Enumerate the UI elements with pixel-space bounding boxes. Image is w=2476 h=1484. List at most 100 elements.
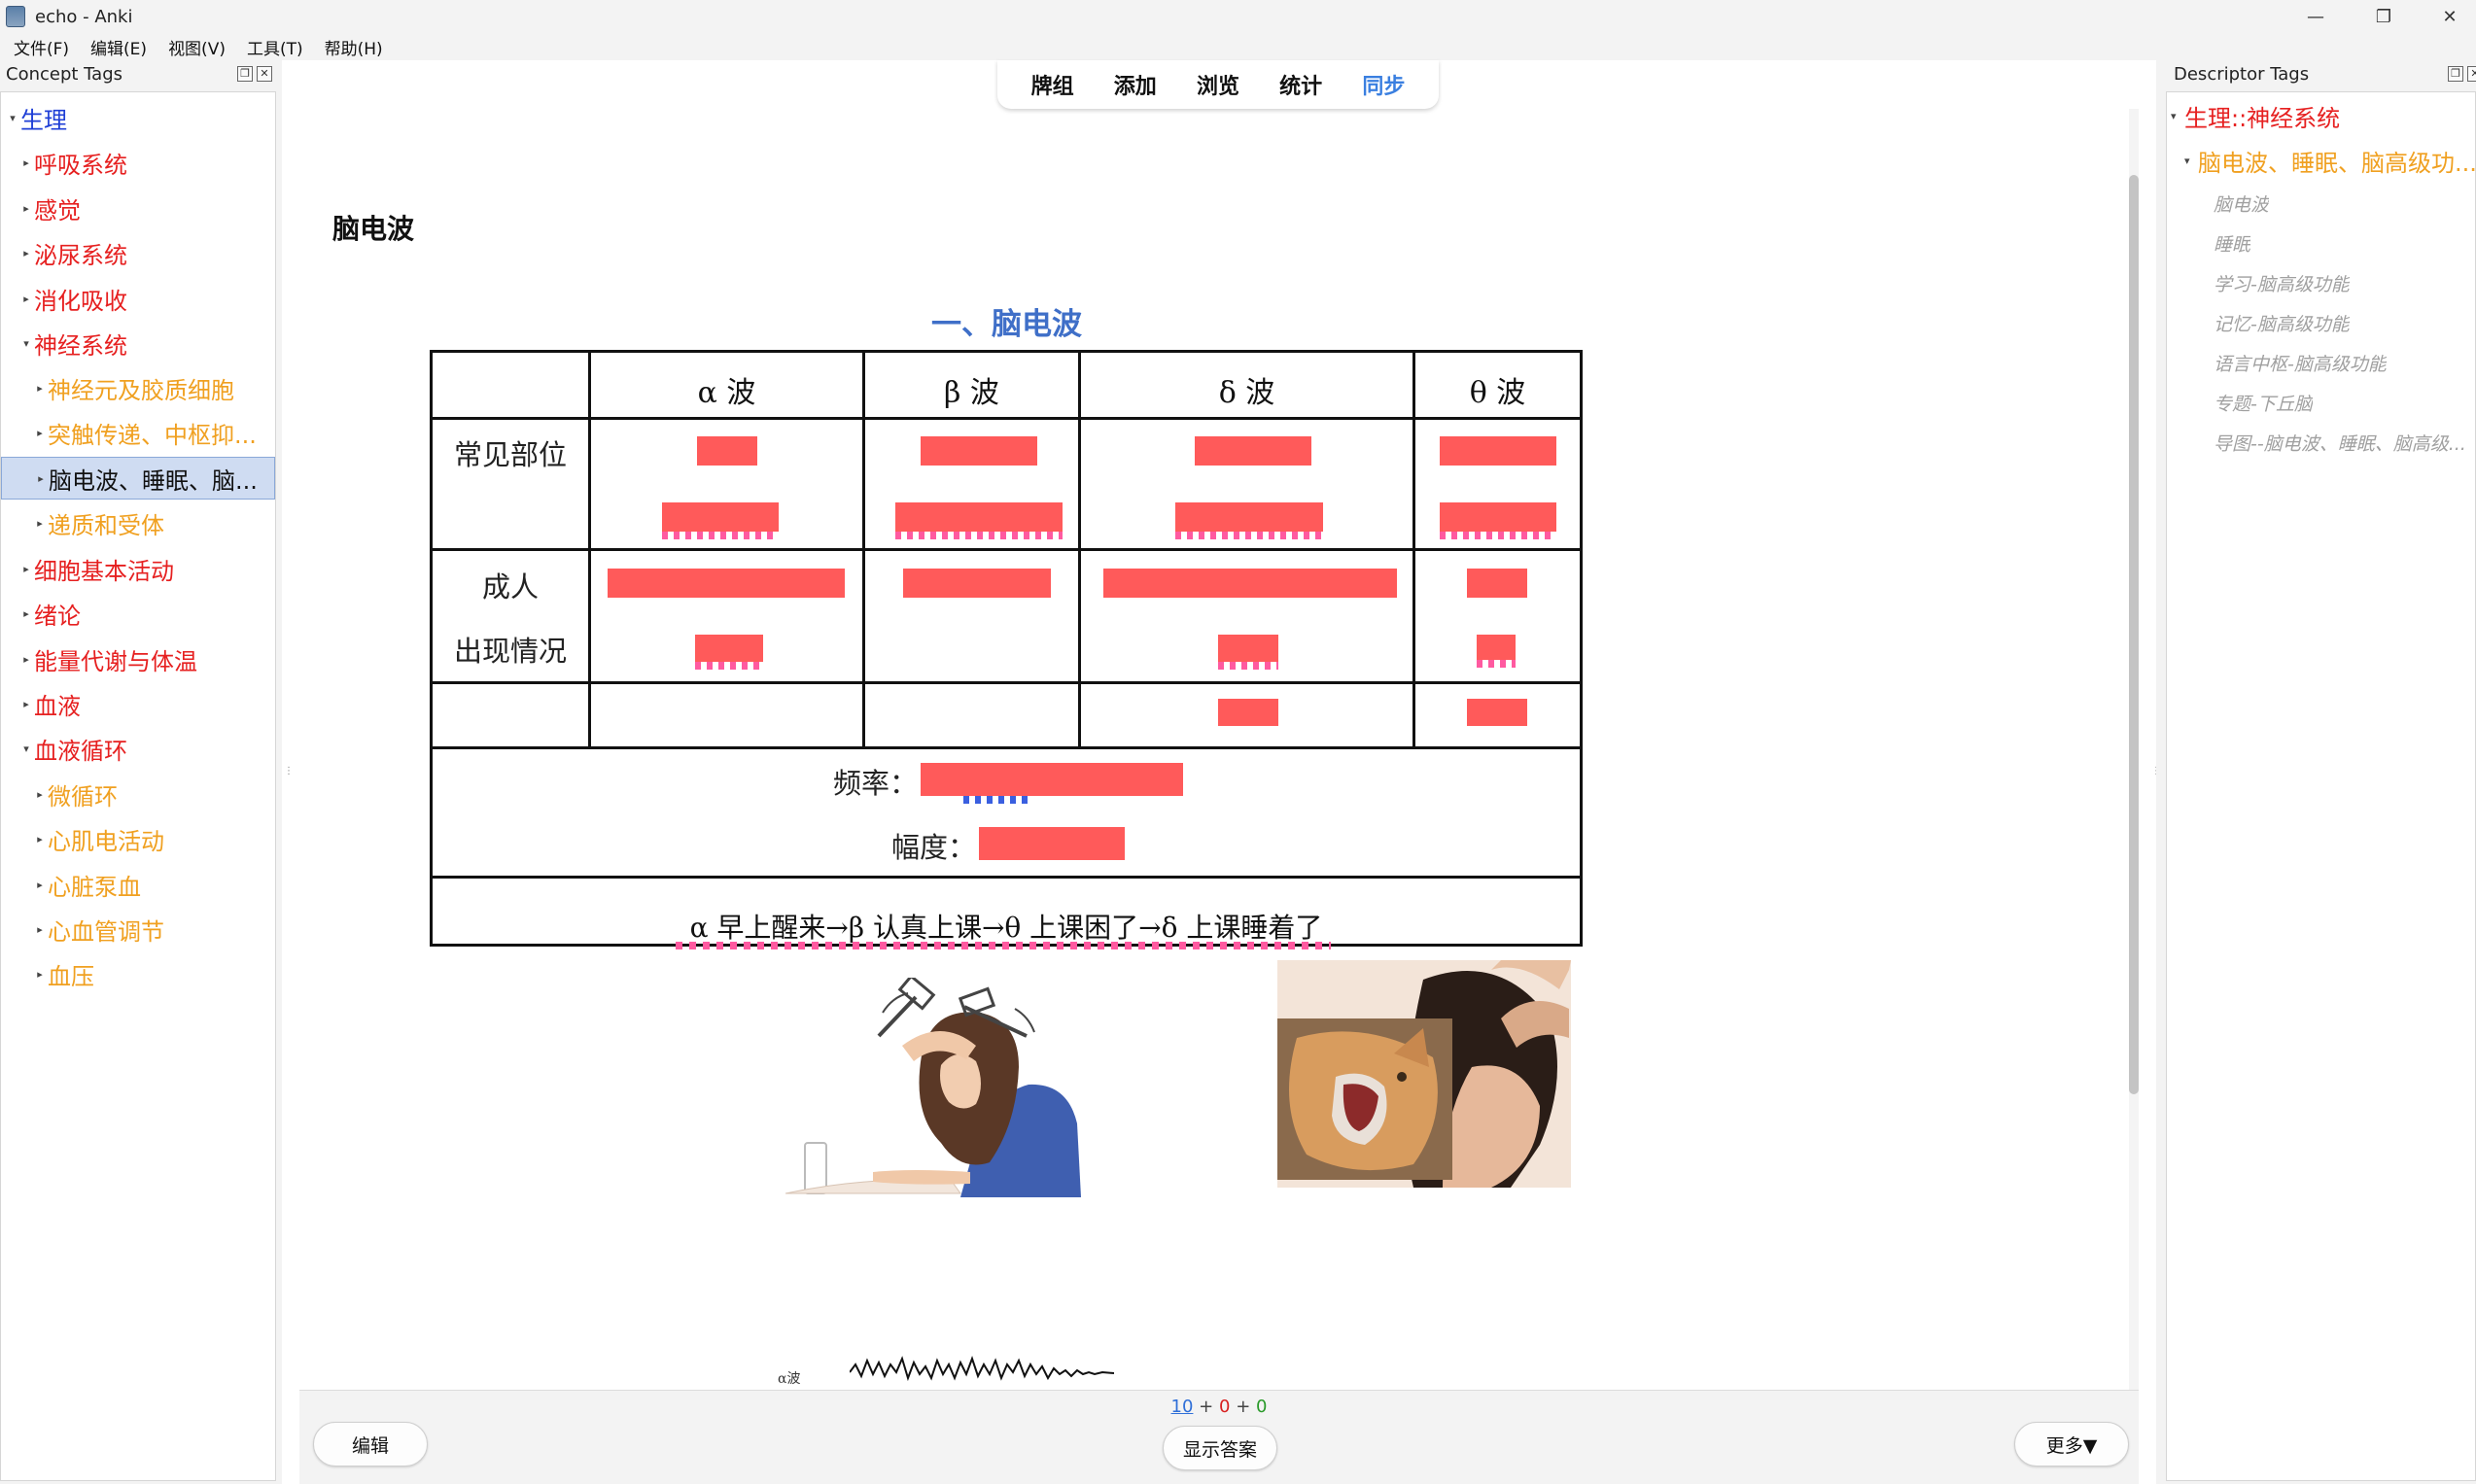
menu-view[interactable]: 视图(V): [168, 35, 226, 59]
tab-add[interactable]: 添加: [1114, 69, 1157, 100]
menu-tools[interactable]: 工具(T): [247, 35, 303, 59]
more-button[interactable]: 更多▼: [2014, 1422, 2129, 1467]
menu-help[interactable]: 帮助(H): [325, 35, 383, 59]
cloze-mask[interactable]: [1467, 569, 1527, 598]
spellcheck-squiggle: [676, 942, 1331, 949]
tree-item[interactable]: ▸ 能量代谢与体温: [1, 638, 275, 680]
tab-sync[interactable]: 同步: [1362, 69, 1405, 100]
expanded-arrow-icon[interactable]: ▾: [5, 112, 20, 124]
restore-button[interactable]: ❐: [2354, 0, 2413, 33]
tree-item-label: 心肌电活动: [48, 827, 164, 855]
tree-item[interactable]: ▸ 递质和受体: [1, 501, 275, 544]
collapsed-arrow-icon[interactable]: ▸: [32, 517, 48, 530]
cloze-mask[interactable]: [903, 569, 1051, 598]
float-dock-icon[interactable]: ❐: [2448, 66, 2463, 82]
collapsed-arrow-icon[interactable]: ▸: [18, 563, 34, 575]
tree-item[interactable]: ▾ 生理: [1, 96, 275, 139]
spellcheck-squiggle: [895, 532, 1063, 539]
tree-item[interactable]: ▸ 突触传递、中枢抑...: [1, 411, 275, 454]
cloze-mask[interactable]: [697, 436, 757, 466]
tree-item[interactable]: ▸ 心血管调节: [1, 908, 275, 950]
card-scrollbar-thumb[interactable]: [2129, 175, 2139, 1094]
float-dock-icon[interactable]: ❐: [237, 66, 253, 82]
expanded-arrow-icon[interactable]: ▾: [18, 337, 34, 350]
tree-item[interactable]: ▸ 细胞基本活动: [1, 547, 275, 590]
cloze-mask[interactable]: [1103, 569, 1397, 598]
review-bottom-bar: 10 + 0 + 0 编辑 显示答案 更多▼: [299, 1390, 2139, 1484]
cloze-mask[interactable]: [895, 502, 1063, 532]
descriptor-leaf[interactable]: 脑电波: [2214, 186, 2269, 221]
close-dock-icon[interactable]: ✕: [257, 66, 272, 82]
collapsed-arrow-icon[interactable]: ▸: [32, 879, 48, 891]
collapsed-arrow-icon[interactable]: ▸: [32, 427, 48, 439]
descriptor-subcategory[interactable]: ▾ 脑电波、睡眠、脑高级功...: [2184, 141, 2475, 180]
menu-edit[interactable]: 编辑(E): [90, 35, 147, 59]
collapsed-arrow-icon[interactable]: ▸: [18, 698, 34, 710]
cloze-mask[interactable]: [1195, 436, 1311, 466]
collapsed-arrow-icon[interactable]: ▸: [18, 202, 34, 215]
collapsed-arrow-icon[interactable]: ▸: [18, 653, 34, 666]
collapsed-arrow-icon[interactable]: ▸: [32, 788, 48, 801]
tree-item[interactable]: ▸ 心肌电活动: [1, 817, 275, 860]
cloze-mask[interactable]: [662, 502, 779, 532]
cloze-mask[interactable]: [979, 827, 1125, 860]
tree-item[interactable]: ▸ 泌尿系统: [1, 231, 275, 274]
cloze-mask[interactable]: [1440, 436, 1556, 466]
tree-item[interactable]: ▾ 神经系统: [1, 322, 275, 364]
cloze-mask[interactable]: [921, 436, 1037, 466]
tree-item[interactable]: ▸ 绪论: [1, 592, 275, 635]
show-answer-button[interactable]: 显示答案: [1163, 1426, 1277, 1470]
tree-item[interactable]: ▸ 微循环: [1, 773, 275, 815]
collapsed-arrow-icon[interactable]: ▸: [18, 607, 34, 620]
collapsed-arrow-icon[interactable]: ▸: [32, 833, 48, 846]
left-splitter-handle[interactable]: ⋮: [284, 766, 294, 781]
right-splitter-handle[interactable]: ⋮: [2151, 766, 2161, 781]
tree-item-label: 血液: [34, 692, 81, 720]
minimize-button[interactable]: —: [2286, 0, 2345, 33]
tree-item[interactable]: ▸ 血压: [1, 952, 275, 995]
collapsed-arrow-icon[interactable]: ▸: [32, 382, 48, 395]
tab-stats[interactable]: 统计: [1279, 69, 1322, 100]
header-beta-wave: β 波: [944, 376, 999, 410]
tired-student-illustration: [785, 978, 1081, 1197]
cloze-mask[interactable]: [1467, 699, 1527, 726]
descriptor-leaf[interactable]: 专题-下丘脑: [2214, 385, 2313, 420]
tree-item[interactable]: ▸ 感觉: [1, 187, 275, 229]
cloze-mask[interactable]: [695, 635, 763, 662]
collapsed-arrow-icon[interactable]: ▸: [18, 293, 34, 305]
cloze-mask[interactable]: [608, 569, 845, 598]
collapsed-arrow-icon[interactable]: ▸: [18, 156, 34, 169]
descriptor-leaf[interactable]: 语言中枢-脑高级功能: [2214, 345, 2387, 380]
descriptor-root[interactable]: ▾ 生理::神经系统: [2171, 96, 2340, 135]
tree-item[interactable]: ▸ 神经元及胶质细胞: [1, 366, 275, 409]
cloze-mask[interactable]: [1218, 635, 1278, 662]
tree-item[interactable]: ▸ 消化吸收: [1, 277, 275, 320]
tab-decks[interactable]: 牌组: [1031, 69, 1074, 100]
descriptor-leaf[interactable]: 学习-脑高级功能: [2214, 265, 2350, 300]
tree-item[interactable]: ▾ 血液循环: [1, 727, 275, 770]
close-dock-icon[interactable]: ✕: [2467, 66, 2476, 82]
cloze-mask[interactable]: [1175, 502, 1323, 532]
cloze-mask[interactable]: [1218, 699, 1278, 726]
tree-item[interactable]: ▸ 心脏泵血: [1, 863, 275, 906]
collapsed-arrow-icon[interactable]: ▸: [18, 247, 34, 259]
cloze-mask[interactable]: [1477, 635, 1516, 660]
new-count[interactable]: 10: [1171, 1397, 1194, 1417]
tree-item[interactable]: ▸ 呼吸系统: [1, 141, 275, 184]
tab-browse[interactable]: 浏览: [1197, 69, 1239, 100]
tree-item-label: 绪论: [34, 602, 81, 630]
menu-file[interactable]: 文件(F): [14, 35, 69, 59]
tree-item[interactable]: ▸ 血液: [1, 682, 275, 725]
close-button[interactable]: ✕: [2421, 0, 2476, 33]
collapsed-arrow-icon[interactable]: ▸: [33, 472, 49, 485]
tree-item[interactable]: ▸ 脑电波、睡眠、脑...: [1, 457, 275, 500]
expanded-arrow-icon[interactable]: ▾: [18, 742, 34, 755]
cloze-mask[interactable]: [921, 763, 1183, 796]
descriptor-leaf[interactable]: 睡眠: [2214, 225, 2250, 260]
cloze-mask[interactable]: [1440, 502, 1556, 532]
edit-button[interactable]: 编辑: [313, 1422, 428, 1467]
descriptor-leaf[interactable]: 记忆-脑高级功能: [2214, 305, 2350, 340]
collapsed-arrow-icon[interactable]: ▸: [32, 968, 48, 981]
descriptor-leaf[interactable]: 导图--脑电波、睡眠、脑高级...: [2214, 425, 2466, 460]
collapsed-arrow-icon[interactable]: ▸: [32, 923, 48, 936]
